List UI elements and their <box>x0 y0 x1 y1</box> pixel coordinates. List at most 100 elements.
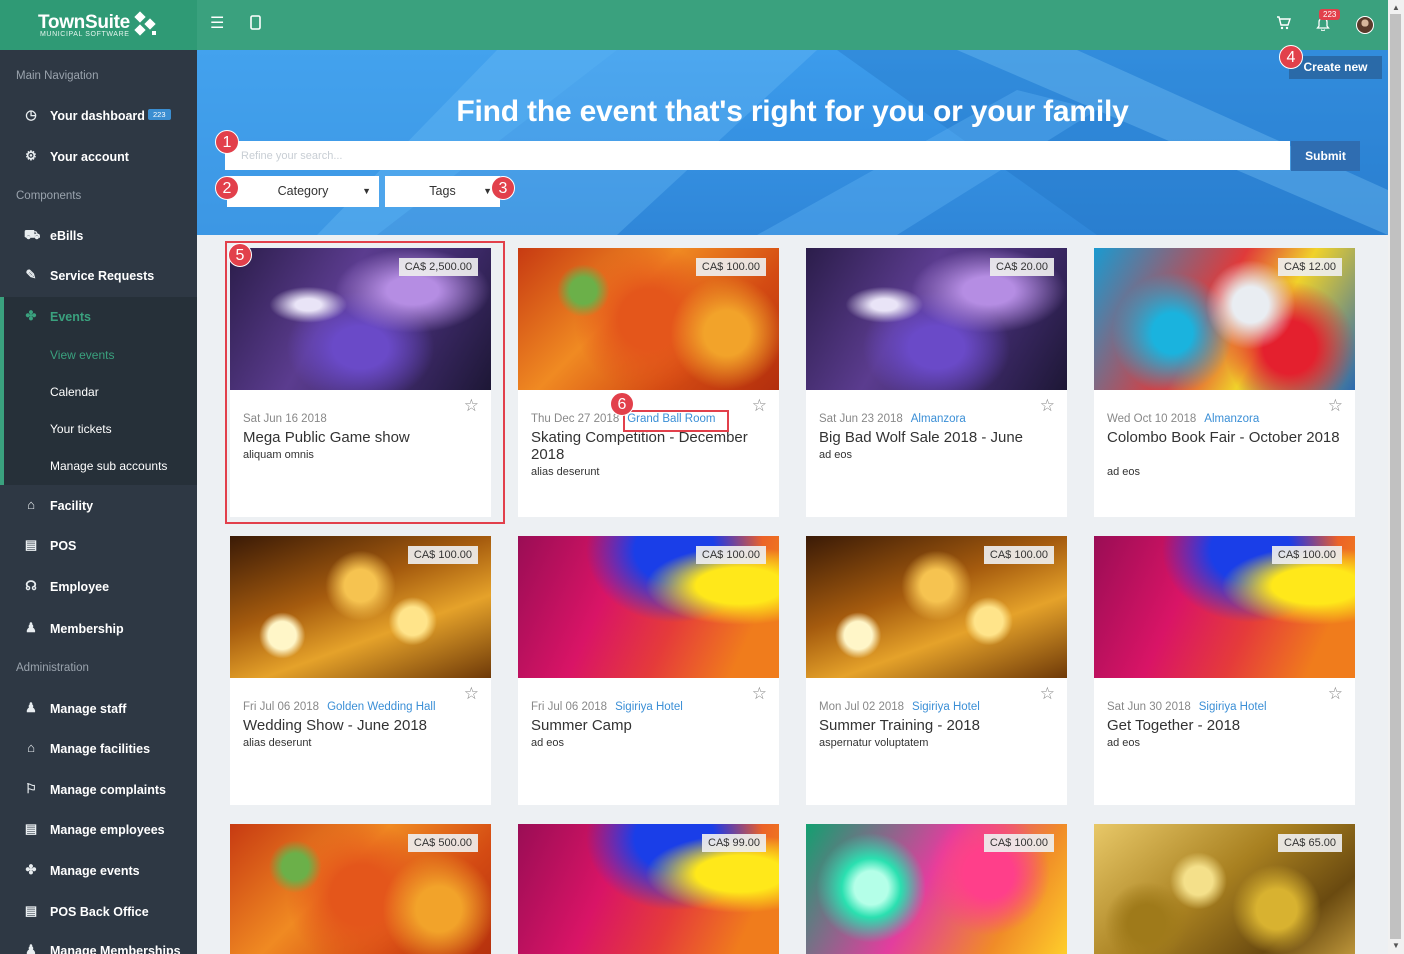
price-badge: CA$ 500.00 <box>407 834 478 852</box>
star-icon[interactable]: ☆ <box>1328 684 1343 704</box>
sidebar-item-pos-back-office[interactable]: ▤ POS Back Office <box>0 894 197 930</box>
event-card[interactable]: CA$ 500.00 <box>230 824 491 954</box>
sidebar-item-label: POS Back Office <box>50 905 149 919</box>
staff-icon: ♟ <box>25 700 37 715</box>
sidebar-item-membership[interactable]: ♟ Membership <box>0 611 197 647</box>
star-icon[interactable]: ☆ <box>1040 396 1055 416</box>
event-date: Fri Jul 06 2018 Golden Wedding Hall <box>243 701 436 713</box>
price-badge: CA$ 20.00 <box>990 258 1054 276</box>
sidebar-item-label: Manage events <box>50 864 140 878</box>
price-badge: CA$ 100.00 <box>407 546 478 564</box>
edit-icon: ✎ <box>25 267 37 282</box>
event-title[interactable]: Summer Training - 2018 <box>819 717 1059 734</box>
submit-button[interactable]: Submit <box>1291 141 1360 171</box>
sidebar-item-manage-facilities[interactable]: ⌂ Manage facilities <box>0 731 197 767</box>
event-card[interactable]: CA$ 12.00 ☆ Wed Oct 10 2018 Almanzora Col… <box>1094 248 1355 517</box>
star-icon[interactable]: ☆ <box>752 684 767 704</box>
event-card[interactable]: CA$ 100.00 ☆ Sat Jun 30 2018 Sigiriya Hot… <box>1094 536 1355 805</box>
sidebar: Main Navigation ◷ Your dashboard 223 ⚙ Y… <box>0 50 197 954</box>
section-components: Components <box>16 190 82 202</box>
sidebar-item-service-requests[interactable]: ✎ Service Requests <box>0 258 197 294</box>
sidebar-item-employee[interactable]: ☊ Employee <box>0 569 197 605</box>
event-title[interactable]: Skating Competition - December 2018 <box>531 429 771 463</box>
event-title[interactable]: Summer Camp <box>531 717 771 734</box>
submenu-manage-sub-accounts[interactable]: Manage sub accounts <box>50 459 167 473</box>
price-badge: CA$ 100.00 <box>983 546 1054 564</box>
event-title[interactable]: Colombo Book Fair - October 2018 <box>1107 429 1347 446</box>
sidebar-item-manage-employees[interactable]: ▤ Manage employees <box>0 812 197 848</box>
sidebar-item-label: Manage facilities <box>50 742 151 756</box>
price-badge: CA$ 100.00 <box>1271 546 1342 564</box>
sidebar-item-manage-events[interactable]: ✤ Manage events <box>0 853 197 889</box>
sidebar-item-label: Your account <box>50 150 129 164</box>
event-card[interactable]: CA$ 65.00 <box>1094 824 1355 954</box>
event-title[interactable]: Get Together - 2018 <box>1107 717 1347 734</box>
user-icon: ♟ <box>25 942 37 954</box>
sidebar-item-manage-staff[interactable]: ♟ Manage staff <box>0 691 197 727</box>
events-icon: ✤ <box>25 862 37 877</box>
cart-icon[interactable] <box>1276 16 1291 34</box>
sidebar-item-facility[interactable]: ⌂ Facility <box>0 488 197 524</box>
sidebar-item-ebills[interactable]: ⛟ eBills <box>0 218 197 254</box>
sidebar-item-manage-complaints[interactable]: ⚐ Manage complaints <box>0 772 197 808</box>
price-badge: CA$ 100.00 <box>695 546 766 564</box>
event-date: Sat Jun 30 2018 Sigiriya Hotel <box>1107 701 1267 713</box>
hero-banner: Find the event that's right for you or y… <box>197 50 1388 235</box>
brand-subtitle: MUNICIPAL SOFTWARE <box>40 31 130 38</box>
event-title[interactable]: Wedding Show - June 2018 <box>243 717 483 734</box>
event-card[interactable]: CA$ 100.00 ☆ Fri Jul 06 2018 Golden Weddi… <box>230 536 491 805</box>
category-dropdown[interactable]: Category ▼ <box>227 176 379 207</box>
submenu-your-tickets[interactable]: Your tickets <box>50 422 112 436</box>
event-venue-link[interactable]: Sigiriya Hotel <box>1199 701 1267 713</box>
employees-icon: ▤ <box>24 821 38 836</box>
search-input[interactable] <box>225 141 1290 170</box>
pos-icon: ▤ <box>24 903 38 918</box>
star-icon[interactable]: ☆ <box>1328 396 1343 416</box>
create-new-button[interactable]: Create new <box>1289 56 1382 79</box>
event-venue-link[interactable]: Sigiriya Hotel <box>912 701 980 713</box>
scroll-up-arrow-icon[interactable]: ▲ <box>1392 3 1400 12</box>
event-description: alias deserunt <box>243 737 312 749</box>
sidebar-item-account[interactable]: ⚙ Your account <box>0 139 197 175</box>
sidebar-item-manage-memberships[interactable]: ♟ Manage Memberships <box>0 933 197 954</box>
submenu-view-events[interactable]: View events <box>50 348 114 362</box>
scrollbar-thumb[interactable] <box>1390 14 1401 939</box>
logo-mark-icon <box>134 11 156 36</box>
sidebar-item-pos[interactable]: ▤ POS <box>0 528 197 564</box>
event-card[interactable]: CA$ 100.00 ☆ Fri Jul 06 2018 Sigiriya Hot… <box>518 536 779 805</box>
price-badge: CA$ 100.00 <box>983 834 1054 852</box>
event-card[interactable]: CA$ 99.00 <box>518 824 779 954</box>
tags-dropdown[interactable]: Tags ▼ <box>385 176 500 207</box>
home-icon: ⌂ <box>27 740 35 755</box>
event-venue-link[interactable]: Sigiriya Hotel <box>615 701 683 713</box>
event-venue-link[interactable]: Almanzora <box>1204 413 1259 425</box>
price-badge: CA$ 100.00 <box>695 258 766 276</box>
dashboard-badge: 223 <box>148 109 171 120</box>
event-title[interactable]: Big Bad Wolf Sale 2018 - June <box>819 429 1059 446</box>
event-date: Mon Jul 02 2018 Sigiriya Hotel <box>819 701 980 713</box>
sidebar-item-label: Manage employees <box>50 823 165 837</box>
scroll-down-arrow-icon[interactable]: ▼ <box>1392 941 1400 950</box>
logo[interactable]: TownSuite MUNICIPAL SOFTWARE <box>0 0 197 50</box>
event-card[interactable]: CA$ 100.00 ☆ Thu Dec 27 2018 Grand Ball R… <box>518 248 779 517</box>
event-card[interactable]: CA$ 100.00 <box>806 824 1067 954</box>
submenu-calendar[interactable]: Calendar <box>50 385 99 399</box>
sidebar-item-events[interactable]: ✤ Events <box>0 299 197 335</box>
price-badge: CA$ 65.00 <box>1278 834 1342 852</box>
avatar[interactable] <box>1356 16 1374 34</box>
callout-2: 2 <box>215 176 239 200</box>
events-icon: ✤ <box>25 308 37 323</box>
sidebar-item-label: Facility <box>50 499 94 513</box>
callout-5: 5 <box>228 243 252 267</box>
mobile-icon[interactable] <box>250 15 261 34</box>
event-venue-link[interactable]: Golden Wedding Hall <box>327 701 435 713</box>
sidebar-item-label: Service Requests <box>50 269 155 283</box>
event-card[interactable]: CA$ 100.00 ☆ Mon Jul 02 2018 Sigiriya Hot… <box>806 536 1067 805</box>
event-venue-link[interactable]: Almanzora <box>911 413 966 425</box>
event-card[interactable]: CA$ 20.00 ☆ Sat Jun 23 2018 Almanzora Big… <box>806 248 1067 517</box>
star-icon[interactable]: ☆ <box>752 396 767 416</box>
star-icon[interactable]: ☆ <box>1040 684 1055 704</box>
star-icon[interactable]: ☆ <box>464 684 479 704</box>
menu-icon[interactable]: ☰ <box>210 16 224 32</box>
section-main-navigation: Main Navigation <box>16 70 99 82</box>
